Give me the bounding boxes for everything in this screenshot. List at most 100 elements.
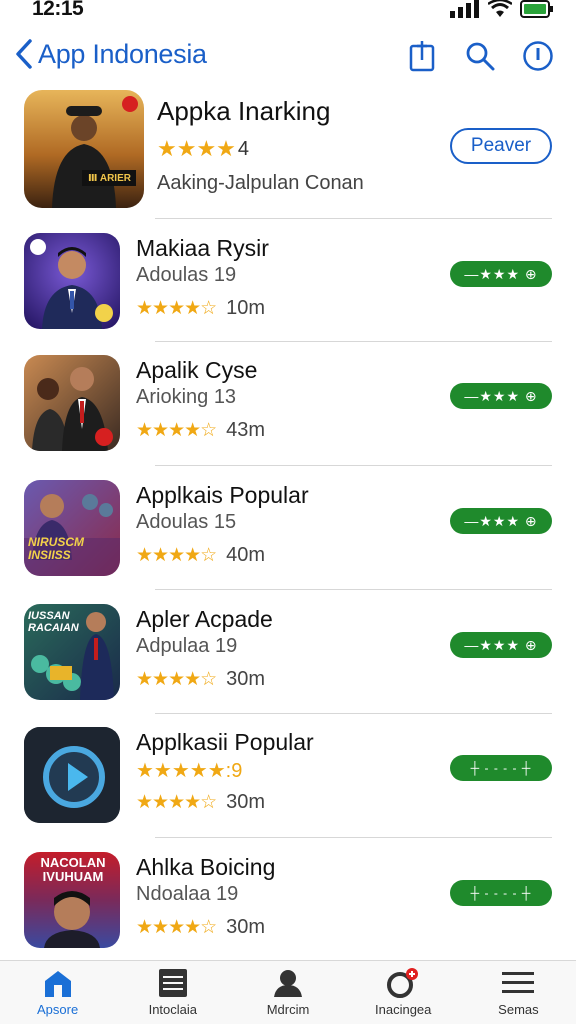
back-label: App Indonesia xyxy=(38,38,207,69)
signal-icon xyxy=(450,0,479,18)
app-icon[interactable]: IUSSAN RACAIAN xyxy=(24,604,120,700)
list-icon xyxy=(158,969,187,997)
app-rating: ★★★★☆ 30m xyxy=(136,668,265,691)
get-button[interactable]: —★★★ ⊕ xyxy=(450,383,552,409)
tab-label: Apsore xyxy=(37,1002,79,1017)
search-icon xyxy=(466,42,495,71)
featured-app[interactable]: Ⅲ ARIER Appka Inarking ★★★★ 4 Aaking-Jal… xyxy=(24,90,552,210)
app-title: Applkais Popular xyxy=(136,482,309,508)
person-icon xyxy=(274,970,302,997)
get-button[interactable]: ┼ - - - - ┼ xyxy=(450,755,552,781)
tab-label: Intoclaia xyxy=(148,1002,198,1017)
nav-bar: App Indonesia xyxy=(0,30,576,80)
app-icon[interactable]: NACOLAN IVUHUAM xyxy=(24,852,120,948)
status-icons xyxy=(450,0,554,18)
get-button[interactable]: ┼ - - - - ┼ xyxy=(450,880,552,906)
app-rating-count: 30m xyxy=(226,668,266,690)
nav-icons xyxy=(404,38,556,74)
battery-icon xyxy=(520,0,553,18)
app-subtitle: Adpulaa 19 xyxy=(136,635,238,657)
tab-label: Semas xyxy=(498,1002,539,1017)
home-icon xyxy=(44,971,71,997)
app-artwork xyxy=(24,355,120,451)
play-icon xyxy=(24,727,120,823)
app-icon[interactable] xyxy=(24,355,120,451)
wifi-icon xyxy=(488,0,512,17)
get-button[interactable]: —★★★ ⊕ xyxy=(450,632,552,658)
share-icon xyxy=(409,41,435,72)
list-item[interactable]: IUSSAN RACAIAN Apler Acpade Adpulaa 19 ★… xyxy=(24,604,552,704)
app-subtitle: Arioking 13 xyxy=(136,386,237,408)
list-item[interactable]: Apalik Cyse Arioking 13 ★★★★☆ 43m —★★★ ⊕ xyxy=(24,355,552,455)
app-rating: ★★★★☆ 43m xyxy=(136,419,265,442)
divider xyxy=(155,837,552,838)
app-title: Applkasii Popular xyxy=(136,729,314,755)
list-item[interactable]: Applkasii Popular ★★★★★:9 ★★★★☆ 30m ┼ - … xyxy=(24,727,552,827)
divider xyxy=(155,465,552,466)
app-title: Apalik Cyse xyxy=(136,357,258,383)
app-rating: ★★★★☆ 30m xyxy=(136,916,265,939)
divider xyxy=(155,218,552,219)
app-subtitle: ★★★★★:9 xyxy=(136,760,243,782)
menu-icon xyxy=(502,972,535,993)
divider xyxy=(155,713,552,714)
featured-thumb-text: Ⅲ ARIER xyxy=(88,173,131,184)
divider xyxy=(155,341,552,342)
featured-artwork xyxy=(24,90,144,208)
share-button[interactable] xyxy=(404,38,440,74)
app-stars: ★★★★☆ xyxy=(136,917,217,938)
chevron-left-icon xyxy=(16,39,32,69)
app-stars: ★★★★☆ xyxy=(136,669,217,690)
app-subtitle: Adoulas 15 xyxy=(136,511,237,533)
info-button[interactable] xyxy=(520,38,556,74)
list-item[interactable]: Makiaa Rysir Adoulas 19 ★★★★☆ 10m —★★★ ⊕ xyxy=(24,233,552,333)
search-button[interactable] xyxy=(462,38,498,74)
app-stars: ★★★★☆ xyxy=(136,792,217,813)
app-subtitle: Ndoalaa 19 xyxy=(136,883,239,905)
app-rating-count: 43m xyxy=(226,419,266,441)
divider xyxy=(155,589,552,590)
get-button[interactable]: —★★★ ⊕ xyxy=(450,508,552,534)
app-title: Makiaa Rysir xyxy=(136,235,269,261)
app-artwork xyxy=(24,233,120,329)
app-stars: ★★★★☆ xyxy=(136,298,217,319)
list-item[interactable]: NIRUSCM INSIISS Applkais Popular Adoulas… xyxy=(24,480,552,580)
app-rating-count: 40m xyxy=(226,544,266,566)
app-title: Apler Acpade xyxy=(136,606,273,632)
featured-get-button[interactable]: Peaver xyxy=(450,128,552,164)
app-rating: ★★★★☆ 30m xyxy=(136,791,265,814)
tab-updates[interactable]: Inacingea xyxy=(346,961,461,1024)
app-stars: ★★★★☆ xyxy=(136,420,217,441)
tab-search[interactable]: Semas xyxy=(461,961,576,1024)
tab-label: Inacingea xyxy=(375,1002,432,1017)
updates-icon xyxy=(387,968,419,998)
featured-stars: ★★★★ xyxy=(157,136,236,161)
tab-categories[interactable]: Intoclaia xyxy=(115,961,230,1024)
status-time: 12:15 xyxy=(32,0,84,20)
get-button[interactable]: —★★★ ⊕ xyxy=(450,261,552,287)
app-title: Ahlka Boicing xyxy=(136,854,276,880)
app-stars: ★★★★☆ xyxy=(136,545,217,566)
featured-subtitle: Aaking-Jalpulan Conan xyxy=(157,172,364,194)
app-thumb-text: NACOLAN IVUHUAM xyxy=(40,855,106,884)
tab-bar: Apsore Intoclaia Mdrcim Inacingea Semas xyxy=(0,960,576,1024)
tab-profile[interactable]: Mdrcim xyxy=(230,961,345,1024)
list-item[interactable]: NACOLAN IVUHUAM Ahlka Boicing Ndoalaa 19… xyxy=(24,852,552,952)
app-subtitle: Adoulas 19 xyxy=(136,264,237,286)
app-icon[interactable] xyxy=(24,233,120,329)
featured-title: Appka Inarking xyxy=(157,96,331,126)
app-icon[interactable]: NIRUSCM INSIISS xyxy=(24,480,120,576)
app-rating: ★★★★☆ 10m xyxy=(136,297,265,320)
tab-apps[interactable]: Apsore xyxy=(0,961,115,1024)
featured-app-icon[interactable]: Ⅲ ARIER xyxy=(24,90,144,208)
back-button[interactable]: App Indonesia xyxy=(14,38,207,70)
status-bar: 12:15 xyxy=(0,0,576,22)
app-icon[interactable] xyxy=(24,727,120,823)
app-rating-count: 10m xyxy=(226,297,266,319)
app-rating-count: 30m xyxy=(226,916,266,938)
app-rating: ★★★★☆ 40m xyxy=(136,544,265,567)
info-icon xyxy=(523,41,553,71)
app-thumb-text: NIRUSCM INSIISS xyxy=(28,535,84,562)
app-thumb-text: IUSSAN RACAIAN xyxy=(28,610,79,634)
tab-label: Mdrcim xyxy=(266,1002,310,1017)
